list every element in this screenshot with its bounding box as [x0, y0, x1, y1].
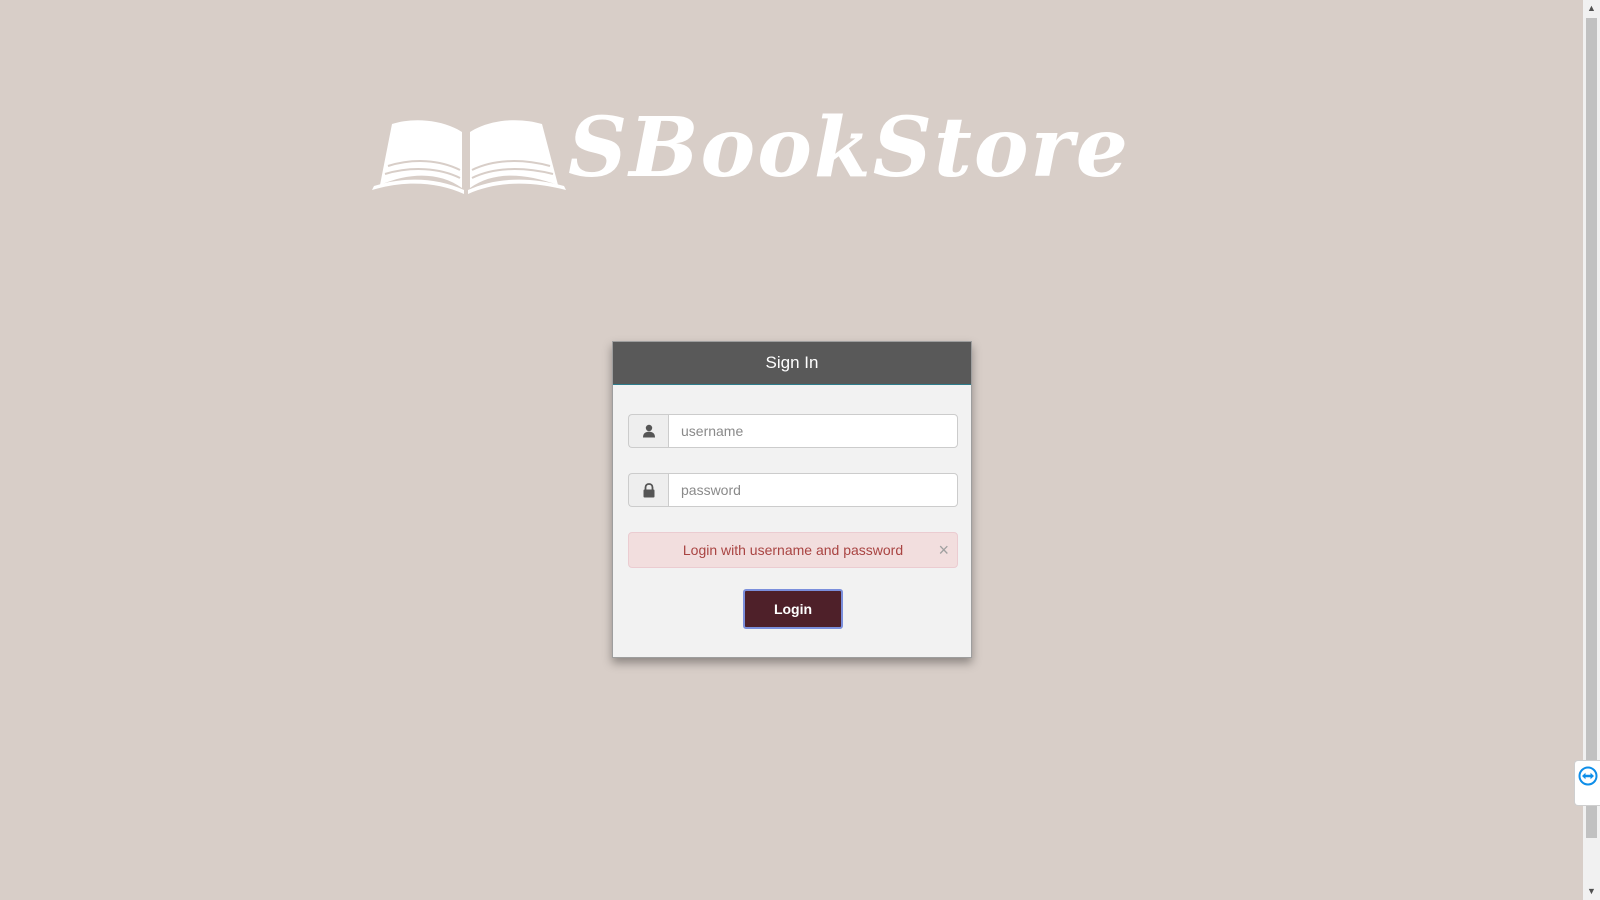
lock-icon: [628, 473, 668, 507]
scroll-up-arrow-icon[interactable]: ▲: [1583, 0, 1600, 17]
close-icon[interactable]: ×: [938, 533, 949, 567]
scroll-thumb[interactable]: [1586, 18, 1597, 838]
username-input[interactable]: [668, 414, 958, 448]
store-logo: SBookStore: [370, 100, 1210, 200]
alert-message: Login with username and password: [682, 542, 904, 558]
open-book-icon: [372, 120, 566, 194]
login-button[interactable]: Login: [743, 589, 843, 629]
store-name: SBookStore: [568, 100, 1130, 196]
password-group: [628, 473, 958, 507]
page: SBookStore Sign In Login with use: [0, 0, 1600, 900]
scroll-down-arrow-icon[interactable]: ▼: [1583, 883, 1600, 900]
signin-title: Sign In: [613, 342, 971, 385]
password-input[interactable]: [668, 473, 958, 507]
signin-panel: Sign In Login with username and password: [612, 341, 972, 658]
user-icon: [628, 414, 668, 448]
teamviewer-icon[interactable]: [1574, 760, 1600, 806]
username-group: [628, 414, 958, 448]
login-alert: Login with username and password ×: [628, 532, 958, 568]
